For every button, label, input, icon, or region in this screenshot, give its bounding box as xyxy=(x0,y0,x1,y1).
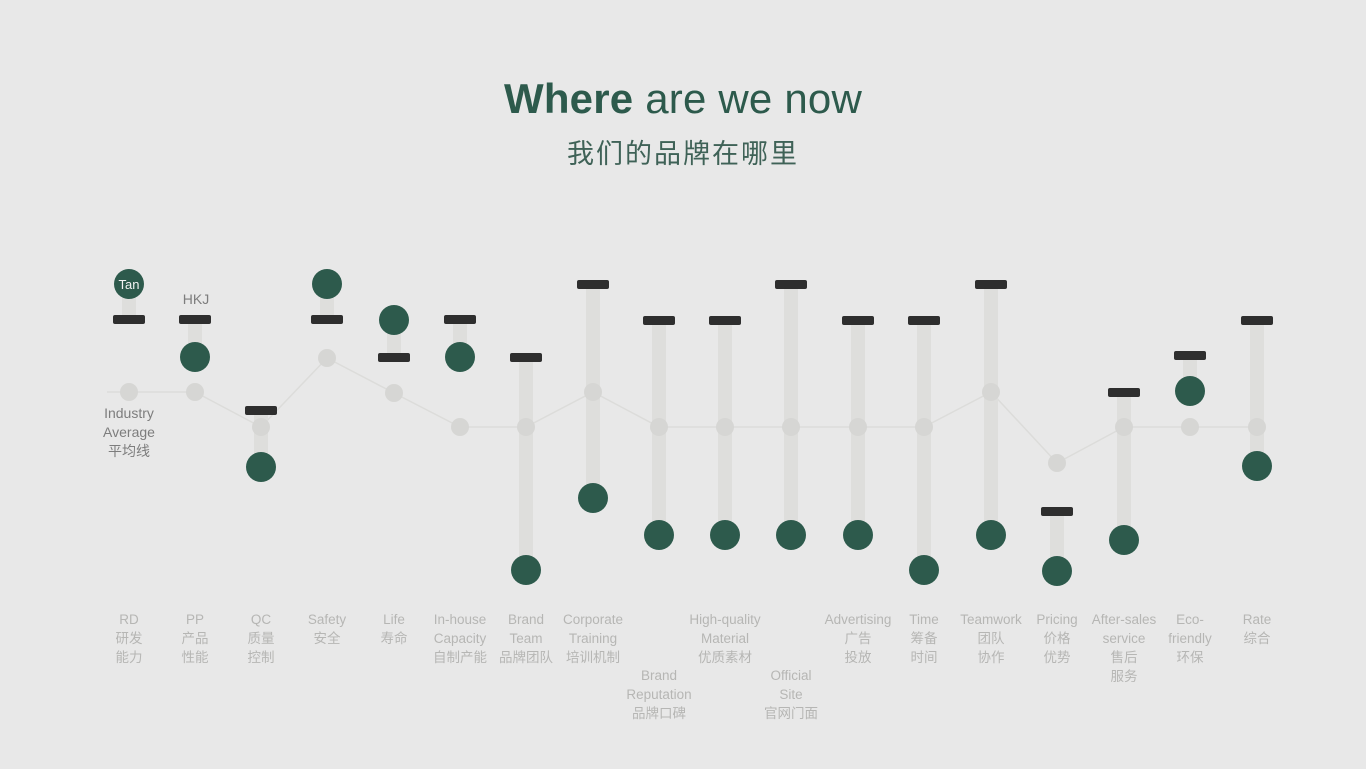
legend-label-tan: Tan xyxy=(118,276,140,292)
tan-marker-officialsite[interactable] xyxy=(776,520,806,550)
connector-bar-brandteam xyxy=(519,357,533,570)
average-node-eco[interactable] xyxy=(1181,418,1199,436)
hkj-marker-training[interactable] xyxy=(577,280,609,289)
average-node-teamwork[interactable] xyxy=(982,383,1000,401)
connector-bar-aftersales xyxy=(1117,392,1131,540)
category-label-training: Corporate Training 培训机制 xyxy=(545,610,641,667)
category-label-cn: 服务 xyxy=(1110,669,1138,684)
average-node-inhouse[interactable] xyxy=(451,418,469,436)
legend-label-hkj: HKJ xyxy=(182,291,210,307)
tan-marker-rd[interactable]: Tan xyxy=(114,269,144,299)
tan-marker-safety[interactable] xyxy=(312,269,342,299)
tan-marker-qc[interactable] xyxy=(246,452,276,482)
tan-marker-material[interactable] xyxy=(710,520,740,550)
category-label-cn: 综合 xyxy=(1243,631,1271,646)
category-label-en: Corporate xyxy=(562,612,624,627)
comparison-chart: Tan RD 研发 能力 PP 产品 性能 QC 质量 控制 Safety 安全 Life 寿命 In-h… xyxy=(0,0,1366,769)
average-node-safety[interactable] xyxy=(318,349,336,367)
average-polyline xyxy=(129,357,1257,464)
hkj-marker-safety[interactable] xyxy=(311,315,343,324)
hkj-marker-eco[interactable] xyxy=(1174,351,1206,360)
category-label-material: High-quality Material 优质素材 xyxy=(677,610,773,667)
hkj-marker-teamwork[interactable] xyxy=(975,280,1007,289)
average-node-brandteam[interactable] xyxy=(517,418,535,436)
hkj-marker-brandteam[interactable] xyxy=(510,353,542,362)
category-label-rate: Rate 综合 xyxy=(1209,610,1305,648)
hkj-marker-advertising[interactable] xyxy=(842,316,874,325)
average-node-advertising[interactable] xyxy=(849,418,867,436)
category-label-officialsite: Official Site 官网门面 xyxy=(743,666,839,723)
connector-bar-time xyxy=(917,320,931,570)
hkj-marker-rd[interactable] xyxy=(113,315,145,324)
hkj-marker-rate[interactable] xyxy=(1241,316,1273,325)
tan-marker-reputation[interactable] xyxy=(644,520,674,550)
legend-average-en2: Average xyxy=(103,424,155,440)
category-label-en: Site xyxy=(779,687,803,702)
hkj-marker-pricing[interactable] xyxy=(1041,507,1073,516)
category-label-cn: 环保 xyxy=(1176,650,1204,665)
tan-marker-advertising[interactable] xyxy=(843,520,873,550)
category-label-cn: 官网门面 xyxy=(764,706,818,721)
average-node-pp[interactable] xyxy=(186,383,204,401)
category-label-cn: 优质素材 xyxy=(698,650,752,665)
tan-marker-pricing[interactable] xyxy=(1042,556,1072,586)
category-label-en: Official xyxy=(770,668,812,683)
hkj-marker-life[interactable] xyxy=(378,353,410,362)
tan-marker-training[interactable] xyxy=(578,483,608,513)
category-label-en: Reputation xyxy=(626,687,692,702)
average-node-officialsite[interactable] xyxy=(782,418,800,436)
category-label-en: High-quality xyxy=(689,612,761,627)
category-label-cn: 品牌口碑 xyxy=(632,706,686,721)
average-node-rd[interactable] xyxy=(120,383,138,401)
hkj-marker-reputation[interactable] xyxy=(643,316,675,325)
category-label-reputation: Brand Reputation 品牌口碑 xyxy=(611,666,707,723)
category-label-en: Material xyxy=(700,631,749,646)
average-node-rate[interactable] xyxy=(1248,418,1266,436)
tan-marker-life[interactable] xyxy=(379,305,409,335)
connector-bar-teamwork xyxy=(984,284,998,535)
hkj-marker-pp[interactable] xyxy=(179,315,211,324)
category-label-cn: 培训机制 xyxy=(566,650,620,665)
average-node-qc[interactable] xyxy=(252,418,270,436)
average-node-reputation[interactable] xyxy=(650,418,668,436)
category-label-en: Rate xyxy=(1242,612,1272,627)
average-node-material[interactable] xyxy=(716,418,734,436)
average-node-life[interactable] xyxy=(385,384,403,402)
hkj-marker-material[interactable] xyxy=(709,316,741,325)
tan-marker-aftersales[interactable] xyxy=(1109,525,1139,555)
tan-marker-eco[interactable] xyxy=(1175,376,1205,406)
hkj-marker-inhouse[interactable] xyxy=(444,315,476,324)
category-label-en: Training xyxy=(568,631,618,646)
tan-marker-time[interactable] xyxy=(909,555,939,585)
hkj-marker-qc[interactable] xyxy=(245,406,277,415)
tan-marker-brandteam[interactable] xyxy=(511,555,541,585)
category-label-en: Brand xyxy=(640,668,678,683)
hkj-marker-aftersales[interactable] xyxy=(1108,388,1140,397)
tan-marker-inhouse[interactable] xyxy=(445,342,475,372)
hkj-marker-officialsite[interactable] xyxy=(775,280,807,289)
tan-marker-pp[interactable] xyxy=(180,342,210,372)
legend-average-en1: Industry xyxy=(104,405,154,421)
legend-average-cn: 平均线 xyxy=(108,443,150,459)
average-node-training[interactable] xyxy=(584,383,602,401)
hkj-marker-time[interactable] xyxy=(908,316,940,325)
connector-bar-officialsite xyxy=(784,284,798,535)
legend-label-industry-average: Industry Average 平均线 xyxy=(88,404,170,461)
average-node-pricing[interactable] xyxy=(1048,454,1066,472)
connector-bar-rate xyxy=(1250,320,1264,466)
tan-marker-teamwork[interactable] xyxy=(976,520,1006,550)
tan-marker-rate[interactable] xyxy=(1242,451,1272,481)
average-node-aftersales[interactable] xyxy=(1115,418,1133,436)
slide-canvas: Where are we now 我们的品牌在哪里 Tan RD 研发 能力 PP 产品… xyxy=(0,0,1366,769)
average-node-time[interactable] xyxy=(915,418,933,436)
category-label-cn: 控制 xyxy=(247,650,275,665)
